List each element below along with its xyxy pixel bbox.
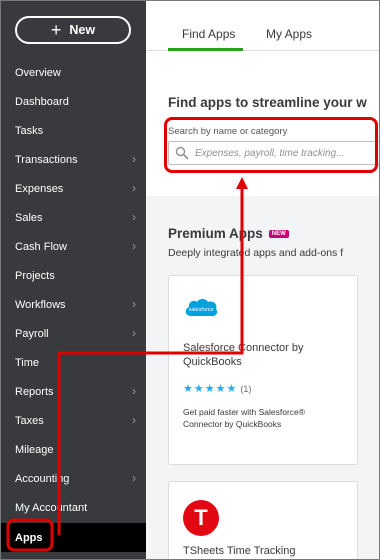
rating-stars: ★ ★ ★ ★ ★ (1)	[183, 382, 251, 395]
sidebar-item-label: Taxes	[15, 414, 44, 427]
star-icon: ★	[204, 383, 215, 395]
search-input[interactable]	[195, 147, 379, 159]
sidebar-item-workflows[interactable]: Workflows ›	[1, 290, 146, 319]
sidebar: + New Overview Dashboard Tasks Transacti…	[1, 1, 146, 559]
search-field[interactable]	[168, 141, 379, 165]
sidebar-item-taxes[interactable]: Taxes ›	[1, 406, 146, 435]
chevron-right-icon: ›	[132, 384, 136, 398]
app-card-title[interactable]: TSheets Time Tracking	[183, 545, 296, 557]
sidebar-item-label: Workflows	[15, 298, 66, 311]
sidebar-item-reports[interactable]: Reports ›	[1, 377, 146, 406]
sidebar-item-label: My Accountant	[15, 501, 88, 514]
sidebar-item-transactions[interactable]: Transactions ›	[1, 145, 146, 174]
sidebar-item-label: Transactions	[15, 153, 78, 166]
sidebar-item-payroll[interactable]: Payroll ›	[1, 319, 146, 348]
sidebar-item-expenses[interactable]: Expenses ›	[1, 174, 146, 203]
chevron-right-icon: ›	[132, 326, 136, 340]
sidebar-item-my-accountant[interactable]: My Accountant	[1, 493, 146, 522]
sidebar-item-label: Time	[15, 356, 40, 369]
chevron-right-icon: ›	[132, 471, 136, 485]
new-badge: NEW	[268, 229, 289, 238]
sidebar-item-time[interactable]: Time	[1, 348, 146, 377]
star-icon: ★	[215, 383, 226, 395]
page-headline: Find apps to streamline your w	[168, 95, 367, 110]
tab-my-apps[interactable]: My Apps	[266, 27, 312, 41]
star-icon: ★	[193, 383, 204, 395]
rating-count: (1)	[240, 383, 252, 394]
sidebar-item-label: Payroll	[15, 327, 49, 340]
salesforce-logo-icon: salesforce	[185, 299, 218, 317]
chevron-right-icon: ›	[132, 297, 136, 311]
sidebar-item-label: Sales	[15, 211, 43, 224]
plus-icon: +	[50, 20, 62, 40]
chevron-right-icon: ›	[132, 413, 136, 427]
new-button-label: New	[69, 23, 96, 37]
sidebar-item-cash-flow[interactable]: Cash Flow ›	[1, 232, 146, 261]
search-label: Search by name or category	[168, 126, 288, 137]
premium-apps-title: Premium Apps	[168, 226, 263, 241]
search-icon	[175, 146, 189, 160]
app-card-description: Get paid faster with Salesforce® Connect…	[183, 407, 306, 429]
sidebar-item-dashboard[interactable]: Dashboard	[1, 87, 146, 116]
sidebar-item-label: Tasks	[15, 124, 44, 137]
sidebar-item-label: Cash Flow	[15, 240, 67, 253]
sidebar-item-label: Apps	[15, 531, 43, 544]
sidebar-item-label: Projects	[15, 269, 55, 282]
new-button[interactable]: + New	[15, 16, 131, 44]
sidebar-item-sales[interactable]: Sales ›	[1, 203, 146, 232]
star-icon: ★	[183, 383, 193, 395]
sidebar-item-accounting[interactable]: Accounting ›	[1, 464, 146, 493]
premium-apps-subtitle: Deeply integrated apps and add-ons f	[168, 247, 344, 259]
sidebar-item-label: Mileage	[15, 443, 54, 456]
sidebar-item-mileage[interactable]: Mileage	[1, 435, 146, 464]
sidebar-item-projects[interactable]: Projects	[1, 261, 146, 290]
sidebar-item-label: Accounting	[15, 472, 70, 485]
chevron-right-icon: ›	[132, 181, 136, 195]
app-card-salesforce[interactable]: salesforce Salesforce Connector by Quick…	[168, 275, 358, 465]
tab-bar: Find Apps My Apps	[146, 1, 379, 51]
main-content: Find Apps My Apps Find apps to streamlin…	[146, 1, 379, 559]
chevron-right-icon: ›	[132, 152, 136, 166]
sidebar-item-overview[interactable]: Overview	[1, 58, 146, 87]
app-card-title[interactable]: Salesforce Connector by QuickBooks	[183, 341, 343, 369]
sidebar-item-label: Overview	[15, 66, 61, 79]
sidebar-item-tasks[interactable]: Tasks	[1, 116, 146, 145]
app-window: + New Overview Dashboard Tasks Transacti…	[0, 0, 380, 560]
sidebar-item-label: Dashboard	[15, 95, 69, 108]
premium-apps-heading: Premium Apps NEW	[168, 226, 289, 241]
tab-find-apps[interactable]: Find Apps	[182, 27, 235, 41]
active-tab-indicator	[168, 48, 243, 51]
chevron-right-icon: ›	[132, 239, 136, 253]
chevron-right-icon: ›	[132, 210, 136, 224]
star-icon: ★	[226, 383, 237, 395]
sidebar-item-label: Expenses	[15, 182, 64, 195]
sidebar-item-apps[interactable]: Apps	[1, 523, 146, 552]
tsheets-logo-icon: T	[183, 500, 219, 536]
svg-text:salesforce: salesforce	[188, 307, 213, 313]
app-card-tsheets[interactable]: T TSheets Time Tracking	[168, 481, 358, 559]
find-apps-panel: Find Apps My Apps Find apps to streamlin…	[146, 1, 379, 196]
sidebar-item-label: Reports	[15, 385, 54, 398]
